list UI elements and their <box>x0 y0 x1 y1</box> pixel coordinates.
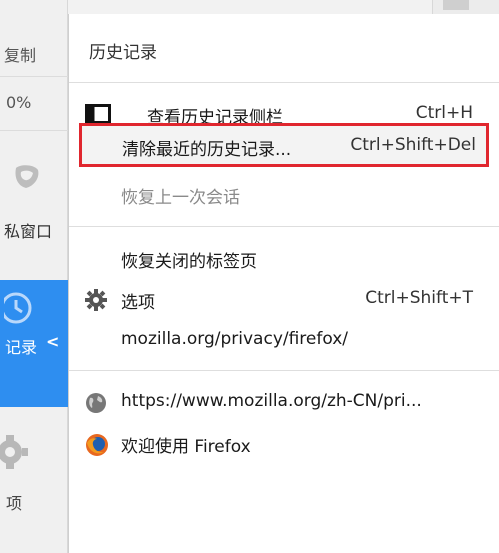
options-button[interactable]: 项 <box>6 490 22 514</box>
copy-button[interactable]: 复制 <box>4 42 36 66</box>
menu-item-label: 欢迎使用 Firefox <box>121 437 251 457</box>
menu-item-label: 恢复上一次会话 <box>121 188 240 208</box>
menu-item-label: 选项 <box>121 293 155 313</box>
menu-item-label: 清除最近的历史记录... <box>122 140 292 160</box>
separator <box>69 82 499 83</box>
divider <box>0 130 68 131</box>
private-window-button[interactable]: 私窗口 <box>4 218 52 242</box>
recent-history-item[interactable]: https://www.mozilla.org/zh-CN/pri... <box>69 384 499 420</box>
history-panel: 历史记录 查看历史记录侧栏 Ctrl+H 清除最近的历史记录... Ctrl+S… <box>68 14 499 553</box>
firefox-main-menu: 复制 0% 私窗口 记录 < 项 <box>0 0 68 553</box>
restore-previous-session-item[interactable]: 恢复上一次会话 <box>69 176 499 212</box>
recent-history-item[interactable]: 欢迎使用 Firefox <box>69 425 499 461</box>
options-item[interactable]: 选项 Ctrl+Shift+T <box>69 281 499 317</box>
toolbar-tab <box>443 0 469 10</box>
clear-recent-history-item[interactable]: 清除最近的历史记录... Ctrl+Shift+Del <box>79 123 489 167</box>
chevron-left-icon: < <box>46 332 60 351</box>
privacy-link-item[interactable]: mozilla.org/privacy/firefox/ <box>69 322 499 358</box>
separator <box>69 226 499 227</box>
shortcut-label: Ctrl+H <box>415 103 473 123</box>
history-button[interactable]: 记录 < <box>0 280 68 407</box>
gear-icon <box>85 289 107 316</box>
recently-closed-tabs-item[interactable]: 恢复关闭的标签页 <box>69 240 499 276</box>
shortcut-label: Ctrl+Shift+T <box>365 288 473 308</box>
zoom-level: 0% <box>6 93 32 112</box>
divider <box>0 76 68 77</box>
history-label: 记录 <box>5 338 38 357</box>
private-window-icon <box>8 158 44 198</box>
firefox-icon <box>85 433 109 462</box>
menu-item-label: 恢复关闭的标签页 <box>121 252 257 272</box>
history-clock-icon <box>0 290 40 330</box>
panel-title: 历史记录 <box>89 43 157 63</box>
shortcut-label: Ctrl+Shift+Del <box>350 135 476 155</box>
toolbar-corner <box>432 0 499 14</box>
menu-item-label: https://www.mozilla.org/zh-CN/pri... <box>121 391 422 411</box>
gear-icon <box>0 430 40 474</box>
globe-icon <box>85 392 107 419</box>
separator <box>69 370 499 371</box>
menu-item-label: mozilla.org/privacy/firefox/ <box>121 329 349 349</box>
